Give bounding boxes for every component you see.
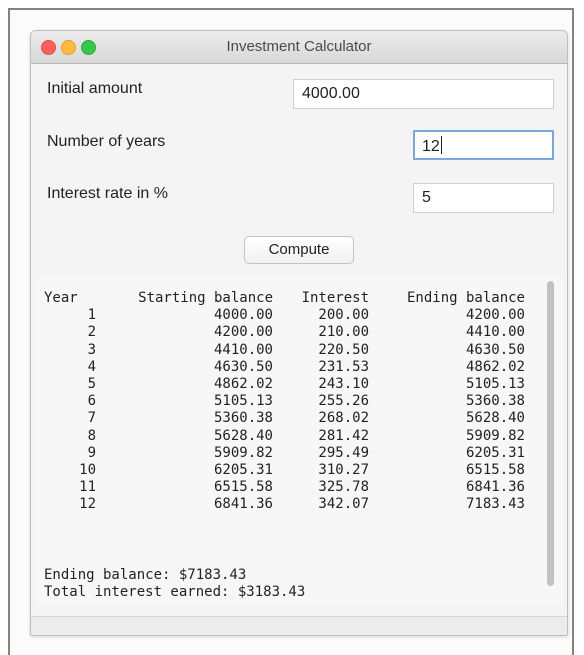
ending-balance-cell: 5360.38 [465,393,525,410]
years-label: Number of years [47,133,166,150]
table-row: 6 5105.13 255.26 5360.38 [44,393,525,410]
year-cell: 12 [79,496,96,513]
interest-cell: 342.07 [318,496,369,513]
starting-balance-cell: 5105.13 [213,393,273,410]
starting-balance-cell: 6205.31 [213,462,273,479]
scrollbar-thumb[interactable] [547,281,554,586]
rate-label: Interest rate in % [47,185,168,202]
starting-balance-cell: 5909.82 [213,444,273,461]
text-caret [440,136,442,154]
table-row: 2 4200.00 210.00 4410.00 [44,324,525,341]
year-cell: 7 [87,410,96,427]
years-value: 12 [422,138,440,155]
table-row: 7 5360.38 268.02 5628.40 [44,410,525,427]
year-cell: 8 [87,427,96,444]
results-table: Year Starting balance Interest Ending ba… [44,290,525,514]
ending-balance-cell: 6515.58 [465,462,525,479]
table-row: 9 5909.82 295.49 6205.31 [44,445,525,462]
ending-balance-cell: 6841.36 [465,479,525,496]
ending-balance-cell: 4862.02 [465,358,525,375]
results-body: 1 4000.00 200.00 4200.00 2 4200.00 210.00 4410.… [44,307,525,513]
rate-value: 5 [422,189,431,206]
interest-cell: 325.78 [318,479,369,496]
starting-balance-cell: 4000.00 [213,307,273,324]
year-cell: 3 [87,341,96,358]
header-interest: Interest [301,290,369,306]
total-interest-line: Total interest earned: $3183.43 [44,584,306,601]
ending-balance-cell: 4410.00 [465,324,525,341]
header-year: Year [44,290,78,306]
titlebar[interactable]: Investment Calculator [31,31,567,64]
interest-cell: 281.42 [318,427,369,444]
compute-button[interactable]: Compute [244,236,354,264]
results-summary: Ending balance: $7183.43 Total interest e… [44,567,305,601]
ending-balance-cell: 5628.40 [465,410,525,427]
results-text-area[interactable]: Year Starting balance Interest Ending ba… [36,276,562,606]
table-row: 12 6841.36 342.07 7183.43 [44,496,525,513]
year-cell: 11 [79,479,96,496]
window-bottom-bar [31,616,567,635]
starting-balance-cell: 4862.02 [213,376,273,393]
interest-cell: 210.00 [318,324,369,341]
ending-balance-cell: 6205.31 [465,444,525,461]
ending-balance-cell: 4630.50 [465,341,525,358]
results-scrollbar[interactable] [543,276,557,606]
rate-field[interactable]: 5 [413,183,554,213]
interest-cell: 310.27 [318,462,369,479]
year-cell: 9 [87,444,96,461]
year-cell: 1 [87,307,96,324]
window-title: Investment Calculator [226,38,372,55]
years-field[interactable]: 12 [413,130,554,160]
year-cell: 4 [87,358,96,375]
interest-cell: 268.02 [318,410,369,427]
ending-balance-cell: 4200.00 [465,307,525,324]
starting-balance-cell: 5360.38 [213,410,273,427]
table-row: 11 6515.58 325.78 6841.36 [44,479,525,496]
table-row: 4 4630.50 231.53 4862.02 [44,359,525,376]
starting-balance-cell: 5628.40 [213,427,273,444]
interest-cell: 231.53 [318,358,369,375]
ending-balance-cell: 7183.43 [465,496,525,513]
initial-amount-value: 4000.00 [302,85,360,102]
starting-balance-cell: 4630.50 [213,358,273,375]
ending-balance-cell: 5909.82 [465,427,525,444]
table-row: 5 4862.02 243.10 5105.13 [44,376,525,393]
results-header-row: Year Starting balance Interest Ending ba… [44,290,525,307]
interest-cell: 255.26 [318,393,369,410]
starting-balance-cell: 6841.36 [213,496,273,513]
header-ending-balance: Ending balance [406,290,525,306]
table-row: 8 5628.40 281.42 5909.82 [44,428,525,445]
initial-amount-field[interactable]: 4000.00 [293,79,554,109]
table-row: 3 4410.00 220.50 4630.50 [44,342,525,359]
table-row: 10 6205.31 310.27 6515.58 [44,462,525,479]
year-cell: 5 [87,376,96,393]
initial-amount-label: Initial amount [47,80,143,97]
ending-balance-line: Ending balance: $7183.43 [44,567,247,583]
year-cell: 10 [79,462,96,479]
app-window: Investment Calculator Initial amount 400… [30,30,568,636]
year-cell: 6 [87,393,96,410]
interest-cell: 295.49 [318,444,369,461]
ending-balance-cell: 5105.13 [465,376,525,393]
interest-cell: 243.10 [318,376,369,393]
interest-cell: 200.00 [318,307,369,324]
table-row: 1 4000.00 200.00 4200.00 [44,307,525,324]
starting-balance-cell: 6515.58 [213,479,273,496]
header-starting-balance: Starting balance [138,290,273,306]
year-cell: 2 [87,324,96,341]
starting-balance-cell: 4200.00 [213,324,273,341]
starting-balance-cell: 4410.00 [213,341,273,358]
interest-cell: 220.50 [318,341,369,358]
